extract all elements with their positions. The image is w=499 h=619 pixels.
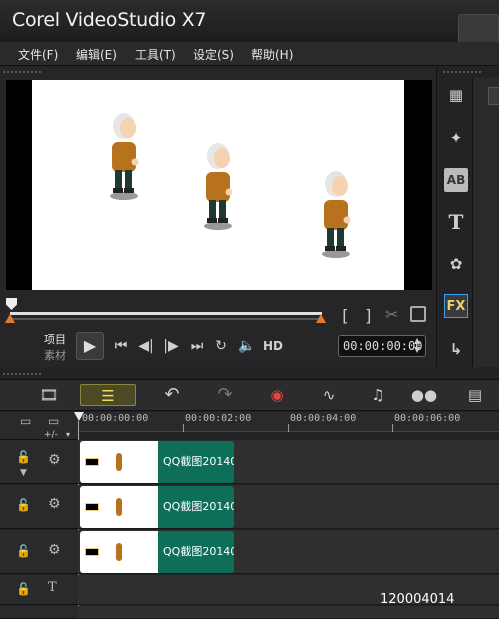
overlay-track-1-header: [0, 485, 78, 529]
chapter-point-icon[interactable]: ▭: [48, 414, 59, 428]
media-icon[interactable]: ▦: [444, 83, 468, 107]
cartoon-man-figure: [204, 143, 233, 230]
ruler-label: 00:00:04:00: [290, 413, 357, 424]
panel-grip[interactable]: [2, 70, 42, 75]
go-to-end-icon[interactable]: ⏭: [188, 336, 206, 356]
menu-tools[interactable]: 工具(T): [135, 46, 176, 63]
mark-in-marker[interactable]: [5, 314, 15, 323]
overlay-clip[interactable]: QQ截图201409: [80, 531, 234, 573]
ruler-tick: [288, 424, 289, 432]
lock-icon[interactable]: 🔓: [16, 498, 31, 512]
overlay-track-icon: ⚙: [48, 496, 61, 512]
lock-icon[interactable]: 🔓: [16, 544, 31, 558]
track-manager-icon[interactable]: ▭: [20, 414, 31, 428]
menu-file[interactable]: 文件(F): [18, 46, 58, 63]
record-capture-icon[interactable]: ◉: [264, 384, 290, 406]
voice-track[interactable]: [78, 606, 499, 619]
cartoon-man-figure: [322, 171, 351, 258]
thumbnail-frame: [85, 548, 99, 556]
ruler-tick: [183, 424, 184, 432]
repeat-icon[interactable]: ↻: [212, 336, 230, 356]
menu-bar: [0, 42, 499, 66]
video-clip[interactable]: QQ截图201409: [80, 441, 234, 483]
clip-thumbnail: [80, 486, 158, 528]
workspace-tab[interactable]: [458, 14, 499, 42]
play-button[interactable]: ▶: [76, 332, 104, 360]
path-icon[interactable]: ↳: [444, 337, 468, 361]
clip-name: QQ截图201409: [158, 486, 234, 528]
auto-music-icon[interactable]: ♫: [366, 384, 390, 406]
ruler-tick: [392, 424, 393, 432]
app-window: Corel VideoStudio X7 文件(F) 编辑(E) 工具(T) 设…: [0, 0, 499, 619]
ruler-label: 00:00:00:00: [82, 413, 149, 424]
timeline-view-icon[interactable]: ☰: [80, 384, 136, 406]
subtitle-icon[interactable]: ▤: [463, 384, 487, 406]
preview-canvas[interactable]: [32, 80, 404, 290]
thumbnail-figure: [116, 453, 122, 471]
mark-out-marker[interactable]: [316, 314, 326, 323]
video-track-header: [0, 440, 78, 484]
menu-edit[interactable]: 编辑(E): [76, 46, 117, 63]
motion-tracking-icon[interactable]: ●●: [410, 384, 438, 406]
title-icon[interactable]: T: [444, 210, 468, 234]
scissors-icon[interactable]: ✂: [385, 305, 398, 324]
lock-icon[interactable]: 🔓: [16, 450, 31, 464]
watermark-text: 120004014: [380, 592, 455, 607]
clip-name: QQ截图201409: [158, 441, 234, 483]
overlay-track-icon: ⚙: [48, 542, 61, 558]
storyboard-view-icon[interactable]: 🎞: [36, 384, 62, 406]
ruler-label: 00:00:06:00: [394, 413, 461, 424]
sound-mixer-icon[interactable]: ∿: [317, 384, 341, 406]
lock-icon[interactable]: 🔓: [16, 582, 31, 596]
app-title: Corel VideoStudio X7: [12, 9, 207, 31]
menu-settings[interactable]: 设定(S): [193, 46, 234, 63]
video-track-icon: ⚙: [48, 452, 61, 468]
transition-icon[interactable]: AB: [444, 168, 468, 192]
next-frame-icon[interactable]: |▶: [162, 336, 180, 356]
panel-grip[interactable]: [442, 70, 482, 75]
title-track-icon: T: [48, 580, 57, 595]
timecode-display[interactable]: 00:00:00:00: [338, 335, 426, 357]
thumbnail-frame: [85, 458, 99, 466]
cartoon-man-figure: [110, 113, 139, 200]
enlarge-preview-icon[interactable]: [410, 306, 426, 322]
ruler-label: 00:00:02:00: [185, 413, 252, 424]
graphics-icon[interactable]: ✿: [444, 252, 468, 276]
menu-help[interactable]: 帮助(H): [251, 46, 293, 63]
filter-icon[interactable]: FX: [444, 294, 468, 318]
mode-project-label[interactable]: 项目: [44, 331, 66, 347]
clip-name: QQ截图201409: [158, 531, 234, 573]
timeline-playhead[interactable]: [74, 412, 84, 421]
hd-preview-button[interactable]: HD: [262, 336, 284, 356]
voice-track-header: [0, 606, 78, 619]
library-dropdown[interactable]: [488, 87, 499, 105]
scrubber-bar[interactable]: [10, 312, 322, 315]
thumbnail-figure: [116, 543, 122, 561]
title-track-header: [0, 575, 78, 605]
scrubber-base: [10, 318, 322, 320]
panel-grip[interactable]: [2, 372, 42, 377]
chevron-down-icon[interactable]: ▾: [66, 430, 70, 439]
clip-thumbnail: [80, 531, 158, 573]
library-panel-edge: [472, 78, 499, 367]
chevron-down-icon[interactable]: ▼: [20, 468, 27, 478]
thumbnail-frame: [85, 503, 99, 511]
undo-icon[interactable]: ↶: [160, 384, 184, 406]
thumbnail-figure: [116, 498, 122, 516]
instant-project-icon[interactable]: ✦: [444, 126, 468, 150]
go-to-start-icon[interactable]: ⏮: [112, 336, 130, 356]
overlay-clip[interactable]: QQ截图201409: [80, 486, 234, 528]
add-remove-track-button[interactable]: +/-: [44, 430, 58, 440]
overlay-track-2-header: [0, 530, 78, 574]
mode-clip-label[interactable]: 素材: [44, 347, 66, 363]
timecode-stepper[interactable]: ▲ ▼: [414, 336, 420, 354]
redo-icon[interactable]: ↷: [213, 384, 237, 406]
mark-in-button[interactable]: [: [340, 306, 350, 325]
previous-frame-icon[interactable]: ◀|: [137, 336, 155, 356]
mark-out-button[interactable]: ]: [364, 306, 374, 325]
clip-thumbnail: [80, 441, 158, 483]
volume-icon[interactable]: 🔈: [238, 336, 256, 356]
